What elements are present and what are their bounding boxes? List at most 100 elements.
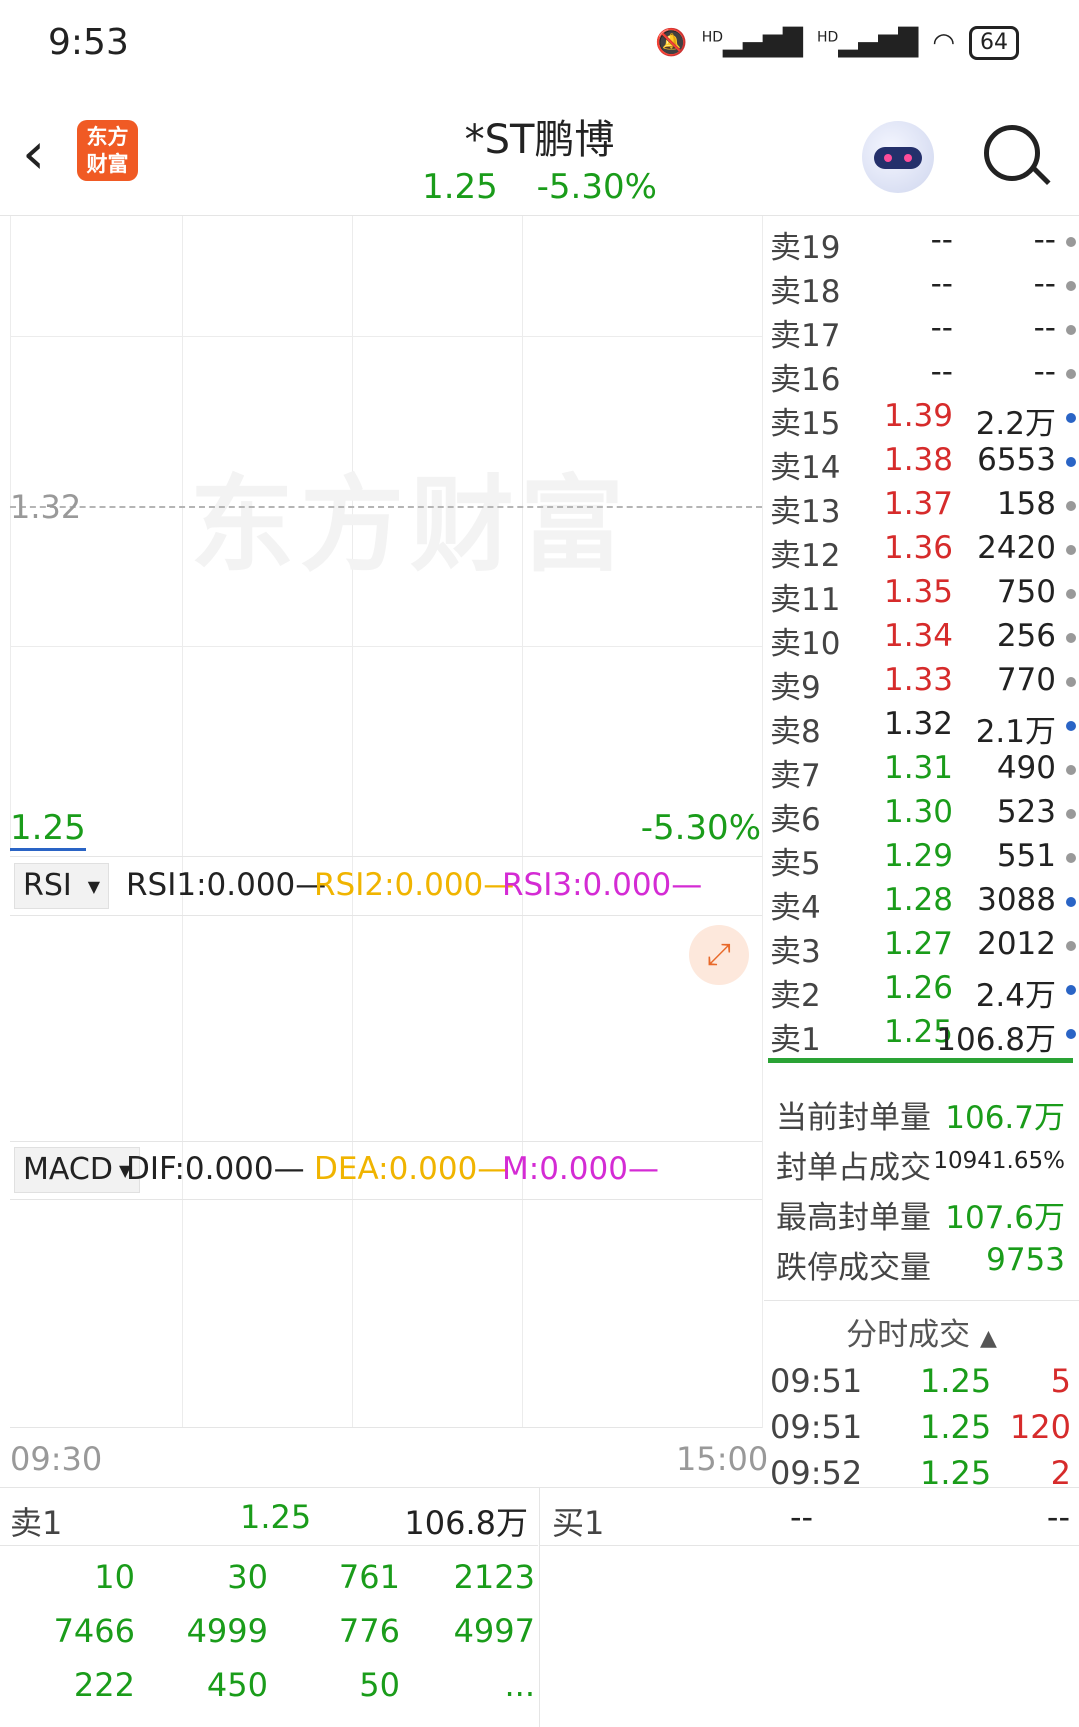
order-book-level: 卖16	[770, 362, 841, 398]
order-book-row[interactable]: 卖8 1.32 2.1万	[770, 702, 1079, 750]
wifi-icon: ◠	[932, 28, 955, 58]
tick-price: 1.25	[920, 1362, 992, 1400]
reference-line	[10, 506, 762, 508]
queue-order-size: 7466	[53, 1612, 135, 1650]
seal-stat-value: 107.6万	[945, 1200, 1065, 1236]
order-book-level: 卖9	[770, 670, 821, 706]
order-book-row[interactable]: 卖2 1.26 2.4万	[770, 966, 1079, 1014]
seal-stat-row: 当前封单量 106.7万	[776, 1088, 1071, 1136]
order-book-volume: 490	[996, 750, 1056, 786]
order-book-row[interactable]: 卖17 -- --	[770, 306, 1079, 354]
order-book-volume: 750	[996, 574, 1056, 610]
order-book-level: 卖17	[770, 318, 841, 354]
order-book-row[interactable]: 卖14 1.38 6553	[770, 438, 1079, 486]
order-book-price: 1.31	[883, 750, 953, 786]
order-book-row[interactable]: 卖18 -- --	[770, 262, 1079, 310]
sell1-volume: 106.8万	[404, 1504, 528, 1542]
order-book-volume: 6553	[977, 442, 1056, 478]
order-book-row[interactable]: 卖3 1.27 2012	[770, 922, 1079, 970]
order-book-row[interactable]: 卖12 1.36 2420	[770, 526, 1079, 574]
order-book-price: 1.27	[883, 926, 953, 962]
order-book-level: 卖3	[770, 934, 821, 970]
signal-icon: HD▂▄▆█	[701, 28, 804, 58]
tick-row: 09:51 1.25 5	[770, 1358, 1073, 1404]
order-book-row[interactable]: 卖1 1.25 106.8万	[770, 1010, 1079, 1058]
order-source-dot-icon	[1066, 1029, 1076, 1039]
order-book-price: 1.29	[883, 838, 953, 874]
seal-stat-value: 106.7万	[945, 1100, 1065, 1136]
order-book-level: 卖18	[770, 274, 841, 310]
order-book-level: 卖7	[770, 758, 821, 794]
order-book-volume: --	[1033, 222, 1056, 258]
tick-row: 09:51 1.25 120	[770, 1404, 1073, 1450]
status-bar: 9:53 🔕 HD▂▄▆█ HD▂▄▆█ ◠ 64	[0, 0, 1079, 95]
header: ‹ 东方 财富 *ST鹏博 1.25 -5.30%	[0, 95, 1079, 216]
order-source-dot-icon	[1066, 413, 1076, 423]
macd-selector[interactable]: MACD ▼	[14, 1147, 141, 1193]
rsi-selector-label: RSI	[23, 868, 72, 903]
order-book-row[interactable]: 卖15 1.39 2.2万	[770, 394, 1079, 442]
rsi-panel[interactable]	[10, 914, 762, 1142]
order-book-volume: 551	[996, 838, 1056, 874]
sell1-label: 卖1	[10, 1504, 63, 1542]
expand-icon[interactable]: ⤢	[689, 925, 749, 985]
order-book-price: 1.28	[883, 882, 953, 918]
order-book-row[interactable]: 卖19 -- --	[770, 218, 1079, 266]
buy1-row[interactable]: 买1 -- --	[539, 1488, 1079, 1546]
rsi-indicator-bar: RSI ▼ RSI1:0.000— RSI2:0.000— RSI3:0.000—	[10, 856, 762, 916]
order-book-row[interactable]: 卖10 1.34 256	[770, 614, 1079, 662]
order-book-price: 1.39	[883, 398, 953, 434]
seal-stat-label: 当前封单量	[776, 1100, 931, 1136]
order-book-volume: 256	[996, 618, 1056, 654]
order-book-level: 卖5	[770, 846, 821, 882]
dropdown-arrow-icon: ▼	[87, 876, 101, 896]
order-book-price: 1.33	[883, 662, 953, 698]
order-book-volume: 770	[996, 662, 1056, 698]
order-book-level: 卖11	[770, 582, 841, 618]
queue-order-size: 222	[73, 1666, 135, 1704]
order-book-price: --	[930, 266, 953, 302]
sell1-row[interactable]: 卖1 1.25 106.8万	[0, 1488, 538, 1546]
seal-stat-label: 最高封单量	[776, 1200, 931, 1236]
rsi-selector[interactable]: RSI ▼	[14, 863, 110, 909]
caret-up-icon: ▲	[979, 1326, 997, 1351]
search-icon[interactable]	[984, 125, 1040, 181]
order-source-dot-icon	[1066, 281, 1076, 291]
order-book-row[interactable]: 卖6 1.30 523	[770, 790, 1079, 838]
order-source-dot-icon	[1066, 457, 1076, 467]
order-book-volume: --	[1033, 354, 1056, 390]
order-book-row[interactable]: 卖11 1.35 750	[770, 570, 1079, 618]
macd-selector-label: MACD	[23, 1152, 113, 1187]
assistant-robot-icon[interactable]	[862, 121, 934, 193]
rsi1-value: RSI1:0.000—	[126, 867, 327, 903]
order-book-row[interactable]: 卖9 1.33 770	[770, 658, 1079, 706]
order-book-volume: --	[1033, 266, 1056, 302]
order-book-row[interactable]: 卖13 1.37 158	[770, 482, 1079, 530]
order-book-price: 1.30	[883, 794, 953, 830]
seal-stat-row: 最高封单量 107.6万	[776, 1188, 1071, 1236]
seal-stat-value: 9753	[986, 1242, 1065, 1278]
order-book-volume: --	[1033, 310, 1056, 346]
signal-label: HD	[701, 29, 724, 46]
order-book-row[interactable]: 卖7 1.31 490	[770, 746, 1079, 794]
buy1-volume: --	[1046, 1498, 1070, 1536]
queue-order-size: 450	[206, 1666, 268, 1704]
order-source-dot-icon	[1066, 369, 1076, 379]
low-price-label: 1.25	[10, 808, 86, 851]
order-book-row[interactable]: 卖5 1.29 551	[770, 834, 1079, 882]
order-book-price: 1.26	[883, 970, 953, 1006]
macd-panel[interactable]	[10, 1199, 762, 1428]
order-book-row[interactable]: 卖4 1.28 3088	[770, 878, 1079, 926]
order-book-level: 卖14	[770, 450, 841, 486]
ticks-header[interactable]: 分时成交 ▲	[764, 1300, 1079, 1354]
tick-time: 09:51	[770, 1408, 863, 1446]
watermark: 东方财富	[190, 464, 631, 586]
queue-order-size: 10	[94, 1558, 135, 1596]
order-book-divider	[768, 1058, 1073, 1063]
order-book-price: --	[930, 354, 953, 390]
buy1-price: --	[790, 1498, 814, 1536]
order-source-dot-icon	[1066, 853, 1076, 863]
queue-order-size: 50	[359, 1666, 400, 1704]
ticks-title: 分时成交	[846, 1317, 971, 1353]
order-book-row[interactable]: 卖16 -- --	[770, 350, 1079, 398]
